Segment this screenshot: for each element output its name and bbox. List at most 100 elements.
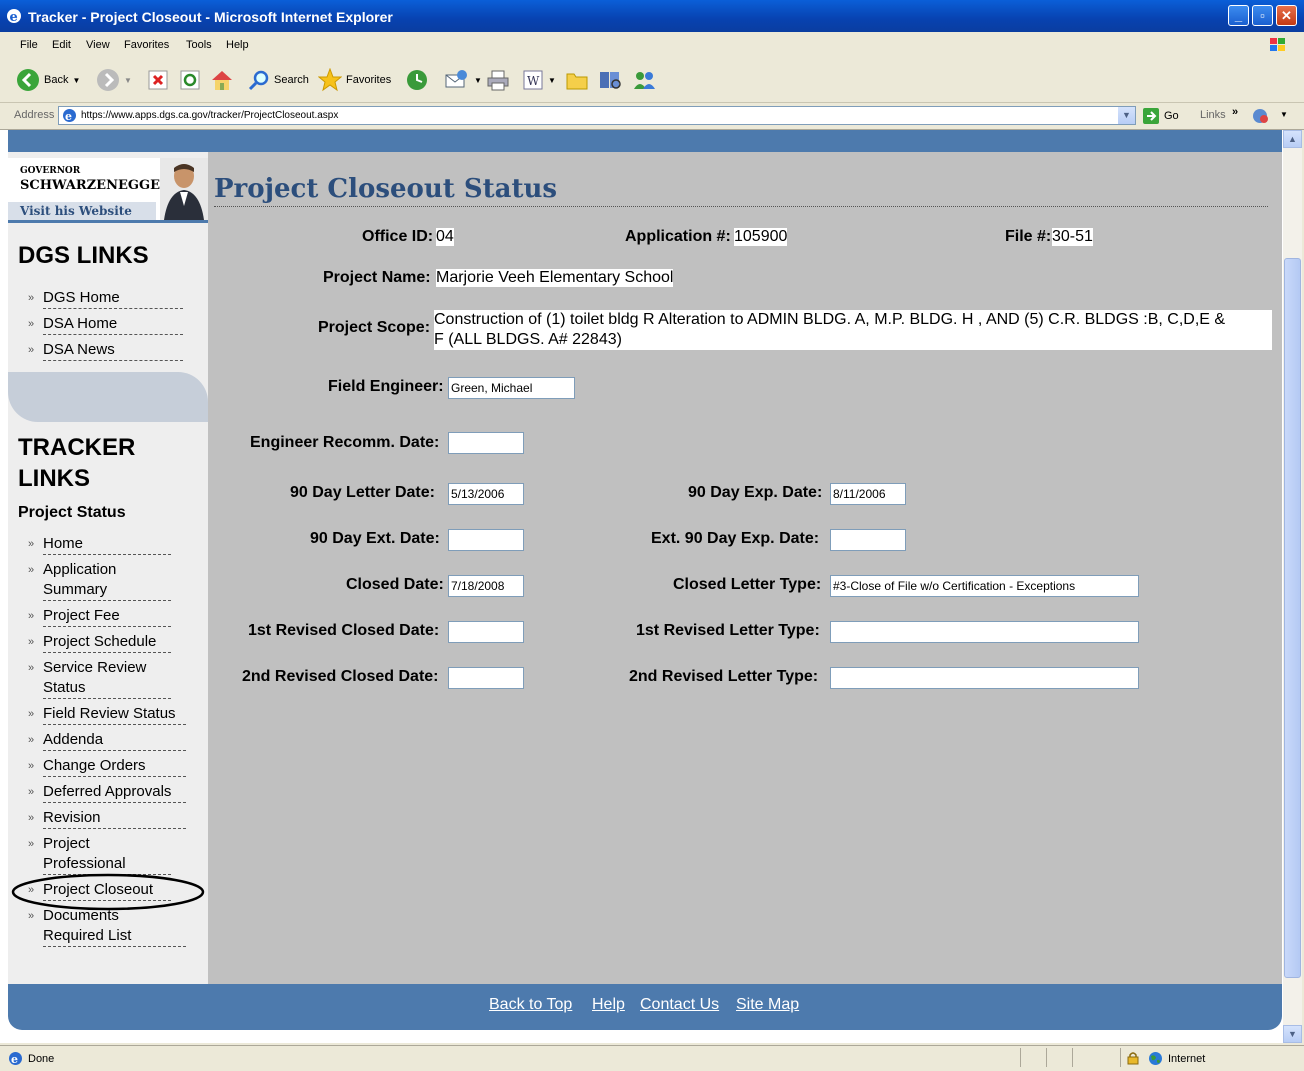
- first-revised-closed-date-field[interactable]: [448, 621, 524, 643]
- nav-arrow-icon: »: [28, 812, 35, 824]
- nav-application-summary[interactable]: » Application Summary: [28, 560, 171, 601]
- title-divider: [214, 206, 1268, 207]
- tracker-links-heading-2: LINKS: [18, 465, 90, 492]
- project-status-heading: Project Status: [18, 504, 126, 521]
- nav-documents-required-list[interactable]: » Documents Required List: [28, 906, 186, 947]
- nav-home[interactable]: » Home: [28, 534, 171, 555]
- closed-date-label: Closed Date:: [346, 576, 444, 593]
- ie-logo-icon: e: [7, 9, 21, 24]
- nav-revision[interactable]: » Revision: [28, 808, 186, 829]
- nav-field-review-status[interactable]: » Field Review Status: [28, 704, 186, 725]
- nav-deferred-approvals[interactable]: » Deferred Approvals: [28, 782, 186, 803]
- print-button[interactable]: [486, 68, 510, 92]
- svg-text:e: e: [11, 1053, 18, 1066]
- address-label: Address: [14, 109, 55, 121]
- left-navigation: GOVERNOR SCHWARZENEGGER Visit his Websit…: [8, 152, 208, 984]
- nav-dsa-home[interactable]: » DSA Home: [28, 314, 183, 335]
- search-button[interactable]: Search: [248, 68, 309, 92]
- address-input[interactable]: e https://www.apps.dgs.ca.gov/tracker/Pr…: [58, 106, 1136, 125]
- maximize-button[interactable]: ▫: [1252, 5, 1273, 26]
- svg-text:W: W: [527, 74, 540, 88]
- governor-photo: [160, 158, 208, 220]
- links-chevron-icon[interactable]: »: [1232, 106, 1238, 118]
- nav-arrow-icon: »: [28, 734, 35, 746]
- folder-button[interactable]: [566, 68, 588, 92]
- nav-project-professional[interactable]: » Project Professional: [28, 834, 171, 875]
- closed-letter-type-label: Closed Letter Type:: [673, 576, 822, 593]
- mail-dropdown-icon: ▼: [474, 75, 482, 85]
- menu-view[interactable]: View: [86, 39, 110, 51]
- stop-button[interactable]: [148, 68, 168, 92]
- nav-dgs-home[interactable]: » DGS Home: [28, 288, 183, 309]
- toolbar-options-icon[interactable]: [1252, 107, 1270, 125]
- nav-dsa-news[interactable]: » DSA News: [28, 340, 183, 361]
- stop-icon: [148, 70, 168, 90]
- ninety-day-exp-date-field[interactable]: 8/11/2006: [830, 483, 906, 505]
- mail-button[interactable]: ▼: [444, 68, 482, 92]
- office-id-value: 04: [436, 228, 454, 246]
- vertical-scrollbar[interactable]: ▲ ▼: [1283, 130, 1302, 1043]
- footer-contact-link[interactable]: Contact Us: [640, 996, 719, 1014]
- svg-text:e: e: [10, 10, 18, 24]
- menu-file[interactable]: File: [20, 39, 38, 51]
- back-arrow-icon: [17, 69, 39, 91]
- project-scope-label: Project Scope:: [318, 319, 431, 336]
- main-content: Project Closeout Status Office ID: 04 Ap…: [208, 152, 1282, 984]
- first-revised-letter-type-field[interactable]: [830, 621, 1139, 643]
- governor-banner[interactable]: GOVERNOR SCHWARZENEGGER Visit his Websit…: [8, 158, 208, 223]
- close-button[interactable]: ✕: [1276, 5, 1297, 26]
- dgs-links-section: DGS LINKS » DGS Home » DSA Home » DSA News: [8, 224, 208, 422]
- ninety-day-letter-date-field[interactable]: 5/13/2006: [448, 483, 524, 505]
- footer-back-to-top-link[interactable]: Back to Top: [489, 996, 572, 1014]
- address-url: https://www.apps.dgs.ca.gov/tracker/Proj…: [81, 110, 339, 121]
- nav-service-review-status[interactable]: » Service Review Status: [28, 658, 171, 699]
- go-button[interactable]: Go: [1142, 107, 1179, 125]
- minimize-button[interactable]: _: [1228, 5, 1249, 26]
- home-button[interactable]: [210, 68, 234, 92]
- menu-favorites[interactable]: Favorites: [124, 39, 169, 51]
- messenger-button[interactable]: [632, 68, 658, 92]
- visit-website-link[interactable]: Visit his Website: [20, 204, 132, 218]
- nav-change-orders[interactable]: » Change Orders: [28, 756, 186, 777]
- menu-tools[interactable]: Tools: [186, 39, 212, 51]
- scroll-down-icon[interactable]: ▼: [1283, 1025, 1302, 1043]
- office-id-label: Office ID:: [362, 228, 434, 245]
- windows-flag-icon: [1270, 38, 1285, 51]
- nav-addenda[interactable]: » Addenda: [28, 730, 186, 751]
- second-revised-letter-type-label: 2nd Revised Letter Type:: [629, 668, 819, 685]
- history-button[interactable]: [406, 68, 428, 92]
- field-engineer-field[interactable]: Green, Michael: [448, 377, 575, 399]
- forward-button[interactable]: ▼: [96, 68, 132, 92]
- edit-button[interactable]: W ▼: [522, 68, 556, 92]
- footer-sitemap-link[interactable]: Site Map: [736, 996, 799, 1014]
- refresh-button[interactable]: [180, 68, 200, 92]
- favorites-button[interactable]: Favorites: [318, 68, 391, 92]
- engineer-recomm-date-field[interactable]: [448, 432, 524, 454]
- research-button[interactable]: [598, 68, 622, 92]
- window-titlebar: e Tracker - Project Closeout - Microsoft…: [0, 0, 1304, 32]
- browser-toolbar: Back ▼ ▼ Search Favorites ▼ W ▼: [0, 58, 1304, 103]
- menu-edit[interactable]: Edit: [52, 39, 71, 51]
- second-revised-letter-type-field[interactable]: [830, 667, 1139, 689]
- forward-arrow-icon: [97, 69, 119, 91]
- options-dropdown-icon[interactable]: ▼: [1280, 110, 1288, 119]
- favorites-star-icon: [318, 68, 342, 92]
- header-strip: [8, 130, 1282, 152]
- address-dropdown-icon[interactable]: ▼: [1118, 107, 1135, 124]
- menu-help[interactable]: Help: [226, 39, 249, 51]
- scrollbar-thumb[interactable]: [1284, 258, 1301, 978]
- ninety-day-ext-date-field[interactable]: [448, 529, 524, 551]
- ext-ninety-day-exp-date-field[interactable]: [830, 529, 906, 551]
- closed-date-field[interactable]: 7/18/2008: [448, 575, 524, 597]
- second-revised-closed-date-field[interactable]: [448, 667, 524, 689]
- nav-project-schedule[interactable]: » Project Schedule: [28, 632, 171, 653]
- search-icon: [248, 70, 269, 91]
- links-label[interactable]: Links: [1200, 109, 1226, 121]
- back-button[interactable]: Back ▼: [16, 68, 80, 92]
- nav-project-fee[interactable]: » Project Fee: [28, 606, 171, 627]
- closed-letter-type-field[interactable]: #3-Close of File w/o Certification - Exc…: [830, 575, 1139, 597]
- scroll-up-icon[interactable]: ▲: [1283, 130, 1302, 148]
- search-label: Search: [274, 74, 309, 86]
- application-number-value: 105900: [734, 228, 788, 246]
- footer-help-link[interactable]: Help: [592, 996, 625, 1014]
